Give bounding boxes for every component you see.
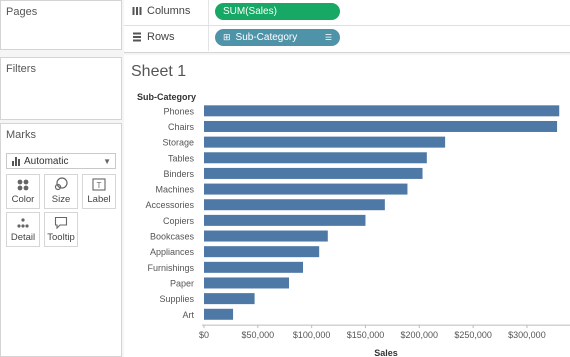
- category-label: Chairs: [168, 122, 195, 132]
- color-label: Color: [11, 194, 35, 205]
- shelf-divider: [208, 26, 209, 51]
- shelf-divider: [208, 0, 209, 25]
- bar[interactable]: [204, 214, 366, 226]
- x-tick-label: $300,000: [508, 330, 546, 340]
- bar[interactable]: [204, 293, 255, 305]
- x-tick-label: $250,000: [454, 330, 492, 340]
- sum-sales-pill-label: SUM(Sales): [223, 6, 277, 17]
- sum-sales-pill[interactable]: SUM(Sales): [215, 3, 340, 20]
- category-label: Furnishings: [147, 263, 194, 273]
- category-label: Paper: [170, 278, 194, 288]
- detail-dots-icon: [17, 218, 29, 228]
- rows-label-text: Rows: [147, 31, 175, 43]
- rows-shelf[interactable]: Rows ⊞ Sub-Category ☰: [124, 26, 570, 51]
- x-tick-label: $100,000: [293, 330, 331, 340]
- detail-button[interactable]: Detail: [6, 212, 40, 247]
- bar[interactable]: [204, 183, 408, 195]
- mark-type-value: Automatic: [24, 155, 69, 167]
- columns-shelf-label: Columns: [132, 5, 190, 17]
- color-dots-icon: [17, 179, 29, 191]
- category-label: Bookcases: [150, 232, 195, 242]
- color-button[interactable]: Color: [6, 174, 40, 209]
- pages-title: Pages: [6, 6, 38, 18]
- category-label: Copiers: [163, 216, 195, 226]
- bar-chart-icon: [12, 156, 20, 166]
- bar[interactable]: [204, 230, 328, 242]
- category-label: Supplies: [159, 294, 194, 304]
- x-tick-label: $0: [199, 330, 209, 340]
- label-label: Label: [87, 194, 111, 205]
- mark-type-dropdown[interactable]: Automatic ▼: [6, 153, 116, 169]
- x-axis-title: Sales: [374, 348, 398, 357]
- bar[interactable]: [204, 261, 304, 273]
- bar-chart: Sub-Category Phones Chairs Storage Tables Bin…: [137, 92, 570, 357]
- category-label: Binders: [163, 169, 194, 179]
- category-label: Accessories: [145, 200, 194, 210]
- tooltip-label: Tooltip: [47, 232, 75, 243]
- sub-category-pill-label: Sub-Category: [235, 32, 298, 43]
- sort-descending-icon[interactable]: ☰: [325, 33, 332, 42]
- bar[interactable]: [204, 167, 423, 179]
- bar[interactable]: [204, 152, 427, 164]
- worksheet-view: Sheet 1 Sub-Category Phones Chairs Storage T…: [124, 55, 570, 357]
- bar[interactable]: [204, 199, 385, 211]
- pages-shelf[interactable]: Pages: [0, 0, 122, 50]
- tooltip-icon: [54, 216, 68, 229]
- x-tick-label: $200,000: [401, 330, 439, 340]
- category-label: Phones: [163, 106, 194, 116]
- row-header: Sub-Category: [137, 92, 196, 102]
- label-button[interactable]: T Label: [82, 174, 116, 209]
- size-label: Size: [51, 194, 71, 205]
- marks-title: Marks: [6, 129, 36, 141]
- chevron-down-icon: ▼: [103, 156, 111, 166]
- columns-icon: [132, 7, 142, 15]
- sub-category-pill[interactable]: ⊞ Sub-Category ☰: [215, 29, 340, 46]
- svg-text:T: T: [97, 181, 102, 190]
- columns-label-text: Columns: [147, 5, 191, 17]
- category-label: Art: [182, 310, 194, 320]
- filters-title: Filters: [6, 63, 36, 75]
- bar[interactable]: [204, 105, 560, 117]
- marks-card: Marks Automatic ▼ Color Size T Label Det…: [0, 123, 122, 357]
- bar[interactable]: [204, 120, 558, 132]
- rows-icon: [133, 32, 141, 42]
- x-tick-label: $50,000: [242, 330, 275, 340]
- category-label: Machines: [155, 185, 194, 195]
- filters-shelf[interactable]: Filters: [0, 57, 122, 120]
- x-tick-label: $150,000: [347, 330, 385, 340]
- shelves-area: Columns SUM(Sales) Rows ⊞ Sub-Category ☰: [124, 0, 570, 53]
- bar[interactable]: [204, 246, 320, 258]
- label-icon: T: [92, 178, 106, 191]
- columns-shelf[interactable]: Columns SUM(Sales): [124, 0, 570, 26]
- bar[interactable]: [204, 136, 446, 148]
- size-button[interactable]: Size: [44, 174, 78, 209]
- tooltip-button[interactable]: Tooltip: [44, 212, 78, 247]
- bar[interactable]: [204, 277, 290, 289]
- detail-label: Detail: [10, 232, 36, 243]
- bar[interactable]: [204, 308, 234, 320]
- category-label: Tables: [168, 153, 195, 163]
- category-label: Storage: [162, 138, 194, 148]
- size-icon: [54, 177, 68, 191]
- category-label: Appliances: [150, 247, 195, 257]
- rows-shelf-label: Rows: [132, 31, 175, 43]
- expand-plus-icon[interactable]: ⊞: [223, 32, 231, 43]
